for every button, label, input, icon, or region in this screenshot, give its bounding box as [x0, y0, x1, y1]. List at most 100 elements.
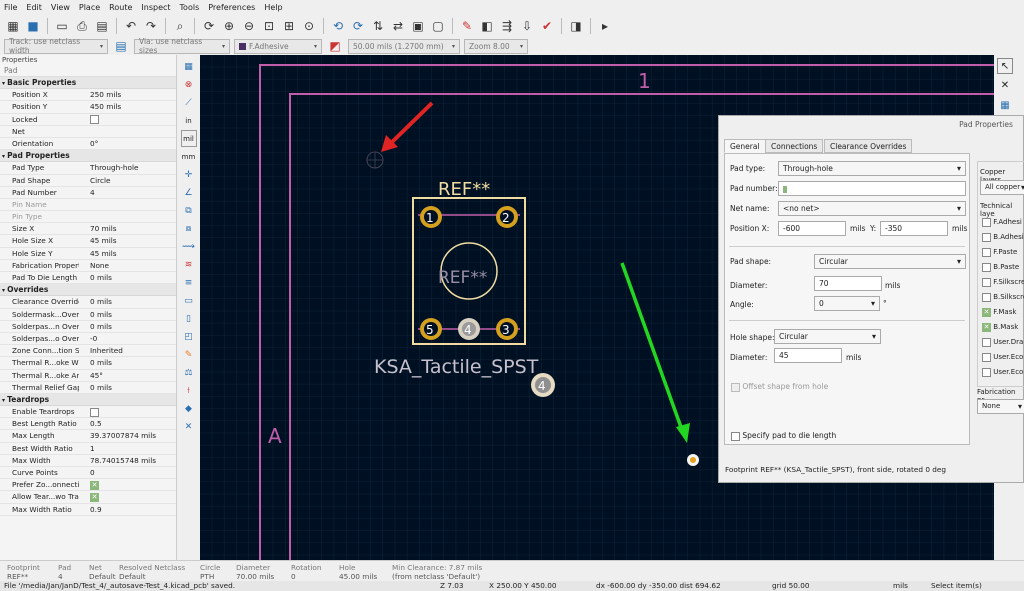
property-value[interactable]: 0 mils — [79, 309, 176, 320]
layer-checkbox[interactable] — [982, 217, 991, 227]
layer-option[interactable]: User.Dra — [982, 335, 1024, 350]
property-value[interactable]: Through-hole — [79, 162, 176, 173]
grid-toggle-icon[interactable]: ▦ — [181, 58, 197, 75]
zoom-selection-icon[interactable]: ⊙ — [300, 17, 318, 35]
property-checkbox-checked[interactable]: ✕ — [90, 480, 99, 490]
property-checkbox[interactable] — [90, 407, 99, 417]
property-value[interactable]: 1 — [79, 443, 176, 454]
property-row[interactable]: Pad Type Through-hole — [0, 162, 176, 175]
autotrack-width-icon[interactable]: ▤ — [112, 37, 130, 55]
property-row[interactable]: Thermal R...oke Angle45° — [0, 370, 176, 382]
property-row[interactable]: Pad Shape Circle — [0, 175, 176, 187]
property-value[interactable]: 0 mils — [79, 296, 176, 307]
property-value[interactable]: 0 mils — [79, 382, 176, 393]
property-row[interactable]: Pin Type — [0, 211, 176, 224]
layer-option[interactable]: User.Eco — [982, 365, 1024, 380]
polar-coords-icon[interactable]: ∠ — [181, 184, 197, 201]
property-row[interactable]: Orientation 0° — [0, 138, 176, 151]
property-row[interactable]: Pin Name — [0, 199, 176, 212]
track-outline-icon[interactable]: ⟿ — [181, 238, 197, 255]
property-value[interactable] — [79, 199, 176, 210]
diameter-input[interactable]: 70 — [814, 276, 882, 291]
property-value[interactable]: 0 — [79, 467, 176, 478]
layer-option[interactable]: F.Paste — [982, 245, 1024, 260]
position-y-input[interactable]: -350 — [880, 221, 948, 236]
property-row[interactable]: Hole Size Y 45 mils — [0, 248, 176, 260]
section-header[interactable]: Overrides — [0, 284, 176, 297]
tab-clearance-overrides[interactable]: Clearance Overrides — [824, 139, 913, 153]
property-value[interactable]: 0 mils — [79, 321, 176, 332]
drc-marker-icon[interactable]: ⊗ — [181, 76, 197, 93]
via-size-select[interactable]: Via: use netclass sizes ▾ — [134, 37, 230, 55]
layer-option[interactable]: F.Adhesi — [982, 215, 1024, 230]
zoom-in-icon[interactable]: ⊕ — [220, 17, 238, 35]
selected-pad-4[interactable]: 4 — [531, 373, 555, 397]
layer-checkbox[interactable] — [982, 352, 991, 362]
mirror-h-icon[interactable]: ⇄ — [389, 17, 407, 35]
property-value[interactable]: 0.5 — [79, 418, 176, 429]
menu-view[interactable]: View — [51, 3, 70, 12]
property-row[interactable]: Max Width Ratio 0.9 — [0, 504, 176, 516]
menu-help[interactable]: Help — [264, 3, 282, 12]
property-row[interactable]: Clearance Override 0 mils — [0, 296, 176, 309]
property-row[interactable]: Best Width Ratio 1 — [0, 443, 176, 455]
pad-number-input[interactable] — [778, 181, 966, 196]
section-header[interactable]: Pad Properties — [0, 150, 176, 163]
layer-option[interactable]: User.Eco — [982, 350, 1024, 365]
layer-option[interactable]: B.Paste — [982, 260, 1024, 275]
layer-option[interactable]: B.Silkscre — [982, 290, 1024, 305]
property-row[interactable]: Thermal Relief Gap 0 mils — [0, 382, 176, 394]
page-settings-icon[interactable]: ▭ — [53, 17, 71, 35]
die-length-checkbox[interactable] — [731, 431, 740, 441]
property-value[interactable] — [79, 211, 176, 222]
appearance-icon[interactable]: ◆ — [181, 400, 197, 417]
property-value[interactable]: Circle — [79, 175, 176, 186]
ratsnest-icon[interactable]: ⟋ — [181, 94, 197, 111]
menu-file[interactable]: File — [4, 3, 17, 12]
property-row[interactable]: Best Length Ratio 0.5 — [0, 418, 176, 431]
pad-5[interactable]: 5 — [420, 318, 442, 340]
menu-tools[interactable]: Tools — [180, 3, 200, 12]
property-row[interactable]: Pad Number 4 — [0, 187, 176, 199]
layers-manager-icon[interactable]: ⟊ — [181, 382, 197, 399]
property-row[interactable]: Position Y 450 mils — [0, 101, 176, 114]
print-icon[interactable]: ⎙ — [73, 17, 91, 35]
netlist-icon[interactable]: ⇶ — [498, 17, 516, 35]
menu-place[interactable]: Place — [79, 3, 100, 12]
pad-4-footprint[interactable]: 4 — [458, 318, 480, 340]
layer-checkbox[interactable] — [982, 247, 991, 257]
layer-option[interactable]: ✕ F.Mask — [982, 305, 1024, 320]
menu-inspect[interactable]: Inspect — [141, 3, 170, 12]
tab-general[interactable]: General — [724, 139, 766, 153]
property-row[interactable]: Zone Conn...tion StyleInherited — [0, 345, 176, 358]
section-header[interactable]: Teardrops — [0, 393, 176, 407]
undo-icon[interactable]: ↶ — [122, 17, 140, 35]
property-row[interactable]: Enable Teardrops — [0, 406, 176, 419]
via-outline-icon[interactable]: ⧇ — [181, 220, 197, 237]
rotate-ccw-icon[interactable]: ⟲ — [329, 17, 347, 35]
hole-shape-select[interactable]: Circular — [774, 329, 881, 344]
fabrication-select[interactable]: None — [977, 399, 1024, 414]
property-value[interactable]: None — [79, 260, 176, 271]
property-row[interactable]: Size X 70 mils — [0, 223, 176, 236]
drc-icon[interactable]: ✔ — [538, 17, 556, 35]
property-value[interactable]: 0 mils — [79, 272, 176, 283]
scripting-console-icon[interactable]: ▸ — [596, 17, 614, 35]
position-x-input[interactable]: -600 — [778, 221, 846, 236]
menu-route[interactable]: Route — [109, 3, 132, 12]
die-length-option[interactable]: Specify pad to die length — [731, 431, 836, 441]
property-row[interactable]: Locked — [0, 114, 176, 126]
copper-layers-select[interactable]: All copper — [980, 180, 1024, 195]
property-row[interactable]: Allow Tear...wo Tracks ✕ — [0, 491, 176, 504]
net-inspector-icon[interactable]: ⚖ — [181, 364, 197, 381]
property-row[interactable]: Fabrication Property None — [0, 260, 176, 272]
property-value[interactable]: 70 mils — [79, 223, 176, 234]
property-row[interactable]: Soldermask...Override0 mils — [0, 309, 176, 321]
property-value[interactable]: 4 — [79, 187, 176, 198]
layer-option[interactable]: F.Silkscre — [982, 275, 1024, 290]
layer-option[interactable]: ✕ B.Mask — [982, 320, 1024, 335]
select-tool-icon[interactable]: ↖ — [997, 58, 1013, 74]
footprint-browser-icon[interactable]: ◧ — [478, 17, 496, 35]
update-from-schematic-icon[interactable]: ⇩ — [518, 17, 536, 35]
property-value[interactable] — [79, 126, 176, 137]
